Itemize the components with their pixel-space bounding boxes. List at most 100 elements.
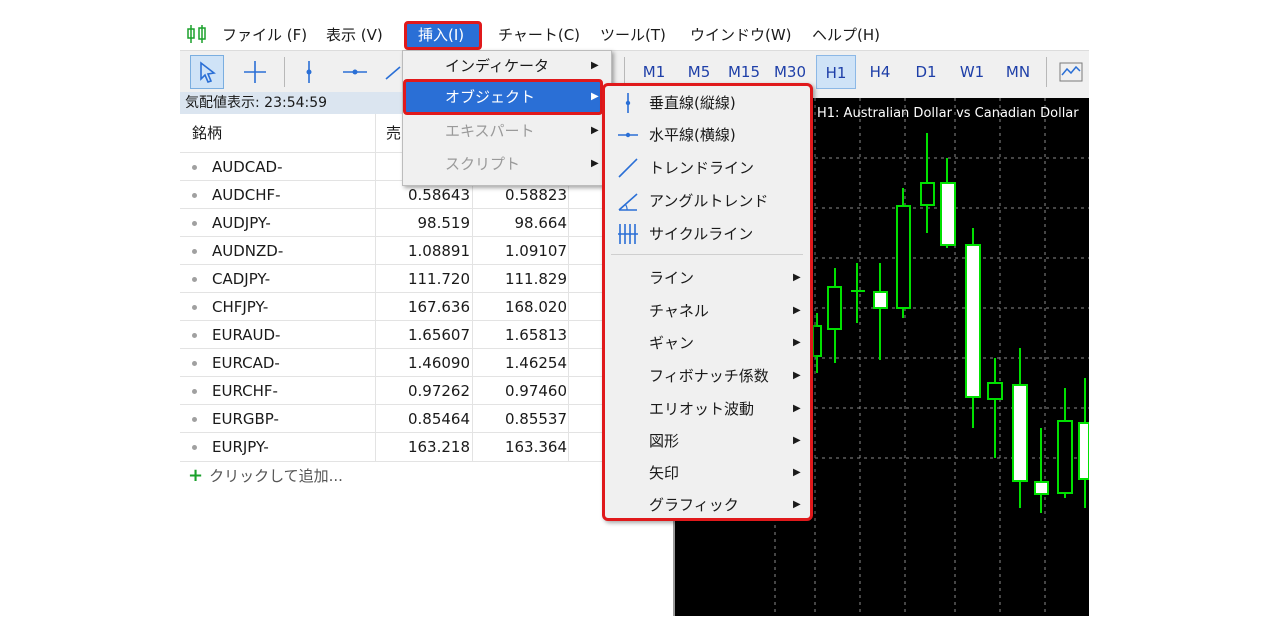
menu-item-label: スクリプト bbox=[445, 155, 521, 173]
vertical-line-icon bbox=[625, 93, 631, 113]
status-dot bbox=[192, 389, 197, 394]
timeframe-m5[interactable]: M5 bbox=[682, 61, 716, 83]
status-dot bbox=[192, 193, 197, 198]
menu-window[interactable]: ウインドウ(W) bbox=[690, 24, 792, 46]
candlestick-app-icon bbox=[187, 25, 206, 43]
menu-item-experts[interactable]: エキスパート ▶ bbox=[403, 116, 609, 146]
symbol-cell: AUDCHF- bbox=[212, 186, 281, 204]
menu-item-lines[interactable]: ライン ▶ bbox=[605, 263, 810, 293]
menu-item-label: フィボナッチ係数 bbox=[649, 367, 769, 385]
menu-item-shapes[interactable]: 図形 ▶ bbox=[605, 426, 810, 456]
submenu-arrow-icon: ▶ bbox=[793, 272, 801, 283]
table-row[interactable]: EURGBP- 0.85464 0.85537 bbox=[180, 404, 673, 433]
horizontal-line-icon bbox=[343, 69, 367, 75]
ask-cell: 163.364 bbox=[504, 438, 567, 456]
menu-chart[interactable]: チャート(C) bbox=[498, 24, 580, 46]
ask-cell: 0.85537 bbox=[504, 410, 567, 428]
menu-item-cycle-lines[interactable]: サイクルライン bbox=[605, 219, 810, 249]
symbol-cell: AUDCAD- bbox=[212, 158, 283, 176]
menu-item-label: インディケータ bbox=[445, 57, 549, 75]
menu-item-scripts[interactable]: スクリプト ▶ bbox=[403, 149, 609, 179]
menu-view[interactable]: 表示 (V) bbox=[326, 24, 383, 46]
submenu-arrow-icon: ▶ bbox=[793, 305, 801, 316]
objects-submenu: 垂直線(縦線) 水平線(横線) トレンドライン アングルトレンド サイクルライン… bbox=[602, 83, 813, 521]
ask-cell: 1.46254 bbox=[504, 354, 567, 372]
status-dot bbox=[192, 333, 197, 338]
plus-icon: + bbox=[188, 465, 204, 486]
horizontal-line-tool-button[interactable] bbox=[338, 55, 372, 89]
submenu-arrow-icon: ▶ bbox=[591, 125, 599, 136]
cursor-tool-button[interactable] bbox=[190, 55, 224, 89]
vertical-line-tool-button[interactable] bbox=[292, 55, 326, 89]
timeframe-d1[interactable]: D1 bbox=[908, 61, 944, 83]
market-watch-title: 気配値表示: 23:54:59 bbox=[185, 95, 328, 111]
status-dot bbox=[192, 361, 197, 366]
menu-item-label: エリオット波動 bbox=[649, 400, 755, 418]
symbol-cell: EURGBP- bbox=[212, 410, 279, 428]
timeframe-m30[interactable]: M30 bbox=[770, 61, 810, 83]
table-row[interactable]: EURCAD- 1.46090 1.46254 bbox=[180, 348, 673, 377]
crosshair-tool-button[interactable] bbox=[238, 55, 272, 89]
menu-help[interactable]: ヘルプ(H) bbox=[812, 24, 880, 46]
menu-item-gann[interactable]: ギャン ▶ bbox=[605, 328, 810, 358]
menu-item-angle-trend[interactable]: アングルトレンド bbox=[605, 186, 810, 216]
column-header-bid[interactable]: 売 bbox=[386, 122, 401, 143]
menu-item-vertical-line[interactable]: 垂直線(縦線) bbox=[605, 88, 810, 118]
timeframe-m15[interactable]: M15 bbox=[724, 61, 764, 83]
line-chart-icon bbox=[1059, 62, 1083, 82]
menu-item-label: 垂直線(縦線) bbox=[649, 94, 736, 112]
submenu-arrow-icon: ▶ bbox=[793, 337, 801, 348]
ask-cell: 0.58823 bbox=[504, 186, 567, 204]
table-row[interactable]: EURAUD- 1.65607 1.65813 bbox=[180, 320, 673, 349]
add-symbol-row[interactable]: + クリックして追加... bbox=[188, 466, 343, 486]
menu-item-arrows[interactable]: 矢印 ▶ bbox=[605, 458, 810, 488]
submenu-arrow-icon: ▶ bbox=[793, 499, 801, 510]
table-row[interactable]: EURCHF- 0.97262 0.97460 bbox=[180, 376, 673, 405]
menu-item-graphics[interactable]: グラフィック ▶ bbox=[605, 490, 810, 520]
menu-item-elliott[interactable]: エリオット波動 ▶ bbox=[605, 394, 810, 424]
ask-cell: 168.020 bbox=[504, 298, 567, 316]
menu-item-trendline[interactable]: トレンドライン bbox=[605, 153, 810, 183]
table-row[interactable]: AUDNZD- 1.08891 1.09107 bbox=[180, 236, 673, 265]
table-row[interactable]: AUDJPY- 98.519 98.664 bbox=[180, 208, 673, 237]
crosshair-icon bbox=[244, 61, 266, 83]
symbol-cell: EURJPY- bbox=[212, 438, 269, 456]
menu-tools[interactable]: ツール(T) bbox=[600, 24, 666, 46]
symbol-cell: EURAUD- bbox=[212, 326, 281, 344]
status-dot bbox=[192, 445, 197, 450]
timeframe-h4[interactable]: H4 bbox=[862, 61, 898, 83]
timeframe-h1[interactable]: H1 bbox=[816, 55, 856, 89]
submenu-arrow-icon: ▶ bbox=[793, 403, 801, 414]
horizontal-line-icon bbox=[618, 132, 638, 138]
menu-item-label: 矢印 bbox=[649, 464, 680, 482]
status-dot bbox=[192, 249, 197, 254]
ask-cell: 1.65813 bbox=[504, 326, 567, 344]
insert-menu: インディケータ ▶ オブジェクト ▶ エキスパート ▶ スクリプト ▶ bbox=[402, 50, 612, 186]
menu-item-indicators[interactable]: インディケータ ▶ bbox=[403, 51, 609, 81]
submenu-arrow-icon: ▶ bbox=[793, 370, 801, 381]
symbol-cell: AUDJPY- bbox=[212, 214, 271, 232]
menu-item-fibonacci[interactable]: フィボナッチ係数 ▶ bbox=[605, 361, 810, 391]
table-row[interactable]: EURJPY- 163.218 163.364 bbox=[180, 432, 673, 462]
menu-item-channels[interactable]: チャネル ▶ bbox=[605, 296, 810, 326]
timeframe-mn[interactable]: MN bbox=[998, 61, 1038, 83]
vertical-line-icon bbox=[306, 61, 312, 83]
ask-cell: 1.09107 bbox=[504, 242, 567, 260]
line-chart-button[interactable] bbox=[1056, 55, 1086, 89]
table-row[interactable]: CHFJPY- 167.636 168.020 bbox=[180, 292, 673, 321]
submenu-arrow-icon: ▶ bbox=[591, 158, 599, 169]
toolbar-separator bbox=[1046, 57, 1047, 87]
column-header-symbol[interactable]: 銘柄 bbox=[192, 122, 222, 143]
timeframe-m1[interactable]: M1 bbox=[638, 61, 670, 83]
menu-file[interactable]: ファイル (F) bbox=[222, 24, 307, 46]
menu-insert[interactable]: 挿入(I) bbox=[418, 24, 464, 46]
menu-item-label: グラフィック bbox=[649, 496, 739, 514]
status-dot bbox=[192, 165, 197, 170]
bid-cell: 0.97262 bbox=[407, 382, 470, 400]
menu-item-objects[interactable]: オブジェクト ▶ bbox=[403, 82, 609, 112]
timeframe-w1[interactable]: W1 bbox=[954, 61, 990, 83]
angle-trend-icon bbox=[618, 193, 638, 211]
status-dot bbox=[192, 417, 197, 422]
menu-item-horizontal-line[interactable]: 水平線(横線) bbox=[605, 120, 810, 150]
table-row[interactable]: CADJPY- 111.720 111.829 bbox=[180, 264, 673, 293]
